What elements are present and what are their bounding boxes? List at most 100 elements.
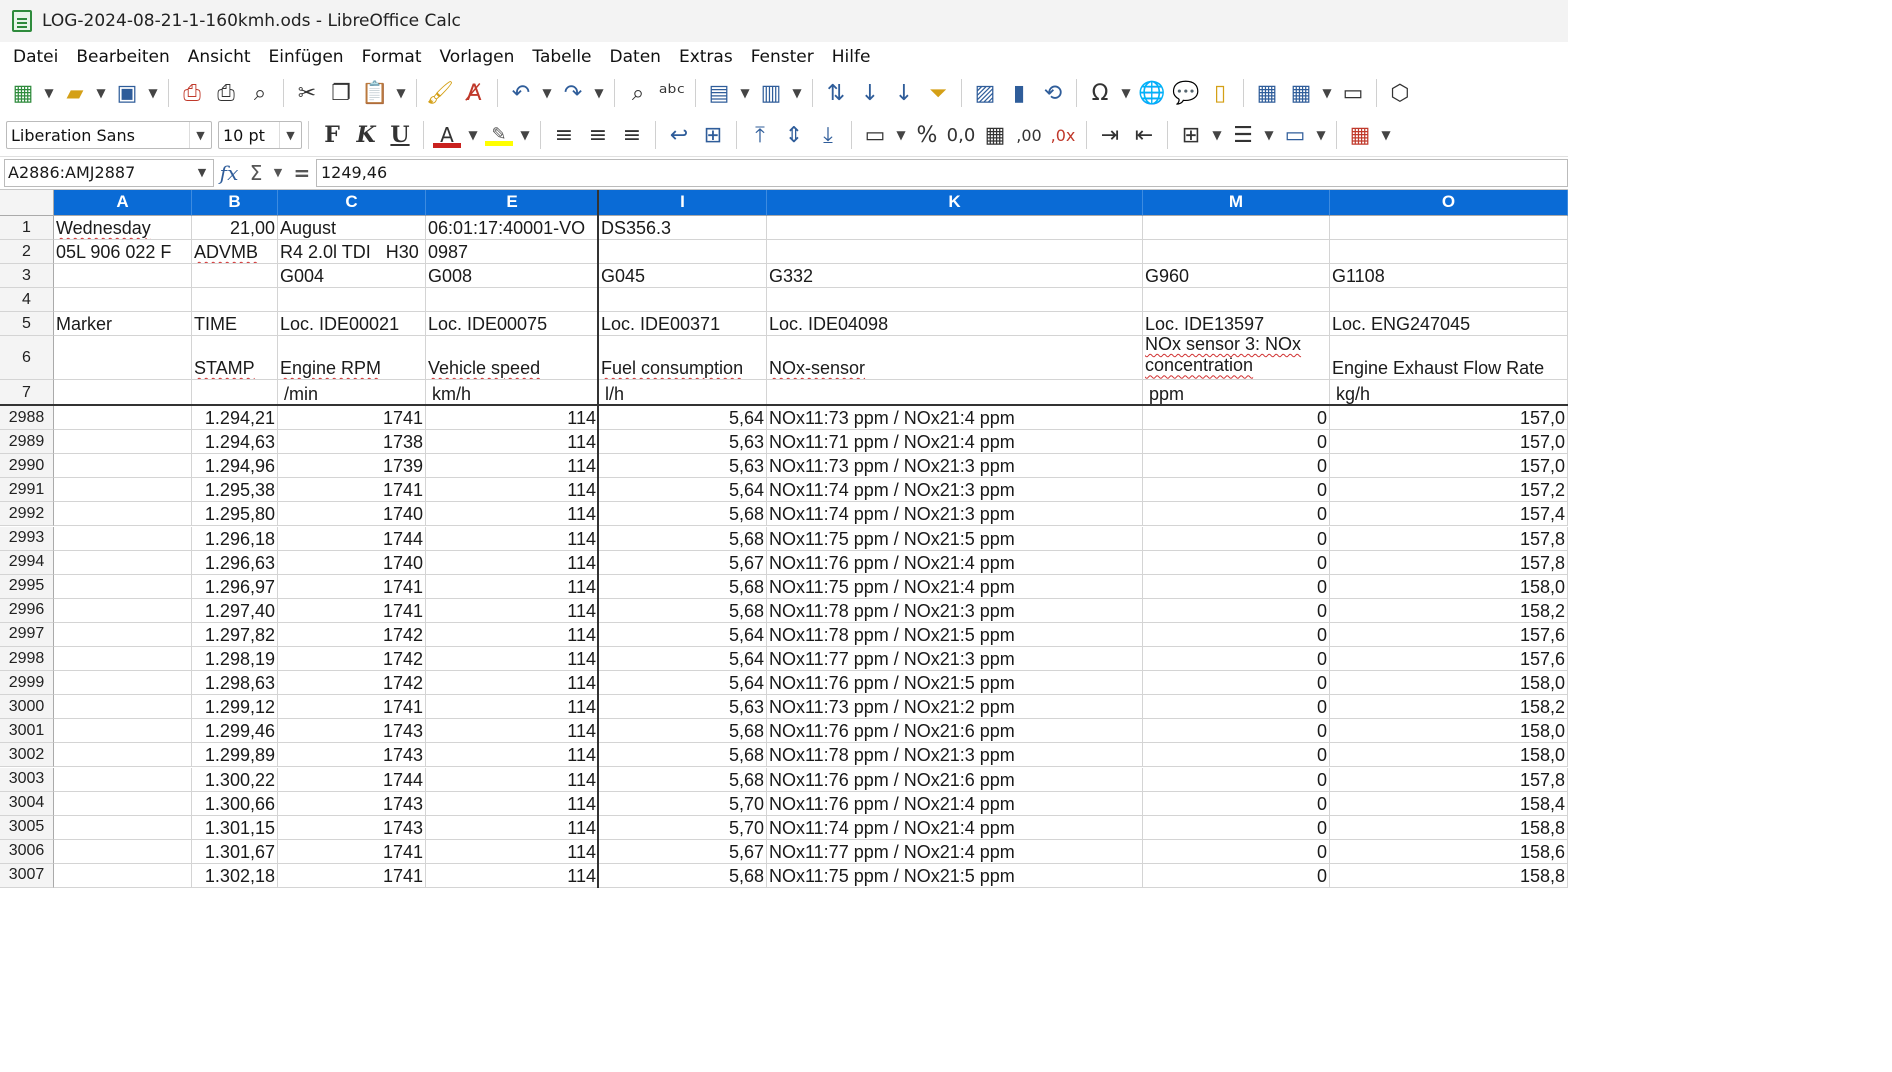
cell[interactable]: /min <box>278 380 426 406</box>
cell[interactable] <box>54 406 192 431</box>
cell-c[interactable]: 1744 <box>278 526 426 551</box>
cell[interactable]: Loc. IDE13597 <box>1143 312 1330 336</box>
cell[interactable]: km/h <box>426 380 599 406</box>
row-header[interactable]: 3003 <box>0 767 54 792</box>
column-header-k[interactable]: K <box>767 190 1143 216</box>
cell-m[interactable]: 0 <box>1143 719 1330 744</box>
menu-hilfe[interactable]: Hilfe <box>823 47 880 67</box>
cell[interactable]: STAMP <box>192 336 278 380</box>
cell-c[interactable]: 1741 <box>278 406 426 431</box>
cell-k[interactable]: NOx11:71 ppm / NOx21:4 ppm <box>767 430 1143 455</box>
cell-e[interactable]: 114 <box>426 454 599 479</box>
cell[interactable]: 05L 906 022 F <box>54 240 192 264</box>
column-header-b[interactable]: B <box>192 190 278 216</box>
cell[interactable]: R4 2.0l TDI H30 <box>278 240 426 264</box>
cell[interactable] <box>767 380 1143 406</box>
cell-o[interactable]: 158,0 <box>1330 719 1568 744</box>
row-header[interactable]: 3006 <box>0 839 54 864</box>
menu-bearbeiten[interactable]: Bearbeiten <box>67 47 178 67</box>
center-vertically-icon[interactable]: ⇕ <box>779 118 809 152</box>
cell-m[interactable]: 0 <box>1143 671 1330 696</box>
cell-i[interactable]: 5,67 <box>599 550 767 575</box>
currency-format-icon[interactable]: ▭ <box>860 118 890 152</box>
cell[interactable] <box>54 430 192 455</box>
undo-icon[interactable]: ↶ <box>506 76 536 110</box>
align-left-icon[interactable]: ≡ <box>549 118 579 152</box>
cell-c[interactable]: 1743 <box>278 815 426 840</box>
cell[interactable]: Loc. IDE00371 <box>599 312 767 336</box>
comment-icon[interactable]: 💬 <box>1171 76 1201 110</box>
cell-k[interactable]: NOx11:75 ppm / NOx21:5 ppm <box>767 863 1143 888</box>
cell-k[interactable]: NOx11:76 ppm / NOx21:6 ppm <box>767 767 1143 792</box>
cell-c[interactable]: 1741 <box>278 574 426 599</box>
cell-i[interactable]: 5,64 <box>599 671 767 696</box>
cell[interactable] <box>1330 288 1568 312</box>
cell-o[interactable]: 158,2 <box>1330 598 1568 623</box>
row-header[interactable]: 7 <box>0 380 54 406</box>
cell-k[interactable]: NOx11:74 ppm / NOx21:3 ppm <box>767 502 1143 527</box>
cell-o[interactable]: 157,0 <box>1330 406 1568 431</box>
cell-k[interactable]: NOx11:78 ppm / NOx21:3 ppm <box>767 598 1143 623</box>
split-window-icon[interactable]: ▭ <box>1338 76 1368 110</box>
cell-b[interactable]: 1.294,63 <box>192 430 278 455</box>
cell-c[interactable]: 1741 <box>278 695 426 720</box>
row-header[interactable]: 3001 <box>0 719 54 744</box>
cell-m[interactable]: 0 <box>1143 526 1330 551</box>
copy-icon[interactable]: ❐ <box>326 76 356 110</box>
cell-i[interactable]: 5,70 <box>599 791 767 816</box>
cell-k[interactable]: NOx11:76 ppm / NOx21:6 ppm <box>767 719 1143 744</box>
cell-o[interactable]: 158,0 <box>1330 743 1568 768</box>
conditional-format-icon[interactable]: ▦ <box>1345 118 1375 152</box>
cell[interactable]: DS356.3 <box>599 216 767 240</box>
row-header[interactable]: 1 <box>0 216 54 240</box>
cell-c[interactable]: 1742 <box>278 647 426 672</box>
border-style-icon[interactable]: ☰ <box>1228 118 1258 152</box>
cell[interactable] <box>54 671 192 696</box>
cell-m[interactable]: 0 <box>1143 839 1330 864</box>
column-header-e[interactable]: E <box>426 190 599 216</box>
cell-c[interactable]: 1743 <box>278 719 426 744</box>
cell-o[interactable]: 157,0 <box>1330 430 1568 455</box>
cell-m[interactable]: 0 <box>1143 454 1330 479</box>
cell[interactable]: NOx-sensor <box>767 336 1143 380</box>
cell[interactable]: kg/h <box>1330 380 1568 406</box>
cell-m[interactable]: 0 <box>1143 574 1330 599</box>
cell[interactable] <box>54 863 192 888</box>
cell-i[interactable]: 5,63 <box>599 454 767 479</box>
currency-dropdown-icon[interactable]: ▼ <box>894 118 908 152</box>
cell-b[interactable]: 1.302,18 <box>192 863 278 888</box>
open-folder-icon[interactable]: ▰ <box>60 76 90 110</box>
cell[interactable] <box>54 767 192 792</box>
cell[interactable] <box>1143 240 1330 264</box>
cell[interactable]: TIME <box>192 312 278 336</box>
cell-m[interactable]: 0 <box>1143 502 1330 527</box>
cell-i[interactable]: 5,64 <box>599 647 767 672</box>
autofilter-icon[interactable]: ⏷ <box>923 76 953 110</box>
menu-extras[interactable]: Extras <box>670 47 742 67</box>
cell-m[interactable]: 0 <box>1143 478 1330 503</box>
cell-o[interactable]: 158,0 <box>1330 671 1568 696</box>
menu-datei[interactable]: Datei <box>4 47 67 67</box>
cell[interactable]: ppm <box>1143 380 1330 406</box>
delete-decimal-icon[interactable]: ,0x <box>1048 118 1078 152</box>
cell-k[interactable]: NOx11:73 ppm / NOx21:2 ppm <box>767 695 1143 720</box>
cell[interactable] <box>54 574 192 599</box>
cell[interactable] <box>278 288 426 312</box>
cell[interactable] <box>54 839 192 864</box>
cell[interactable]: Loc. IDE04098 <box>767 312 1143 336</box>
cell[interactable] <box>1143 288 1330 312</box>
column-header-i[interactable]: I <box>599 190 767 216</box>
cell-m[interactable]: 0 <box>1143 647 1330 672</box>
cut-icon[interactable]: ✂ <box>292 76 322 110</box>
sort-ascending-icon[interactable]: ↓ <box>855 76 885 110</box>
cell-c[interactable]: 1744 <box>278 767 426 792</box>
cell-b[interactable]: 1.298,63 <box>192 671 278 696</box>
row-header[interactable]: 2998 <box>0 647 54 672</box>
conditional-format-dropdown-icon[interactable]: ▼ <box>1379 118 1393 152</box>
cell-c[interactable]: 1741 <box>278 863 426 888</box>
cell-e[interactable]: 114 <box>426 719 599 744</box>
cell-b[interactable]: 1.301,67 <box>192 839 278 864</box>
column-icon[interactable]: ▥ <box>756 76 786 110</box>
freeze-rows-columns-icon[interactable]: ▦ <box>1286 76 1316 110</box>
align-right-icon[interactable]: ≡ <box>617 118 647 152</box>
